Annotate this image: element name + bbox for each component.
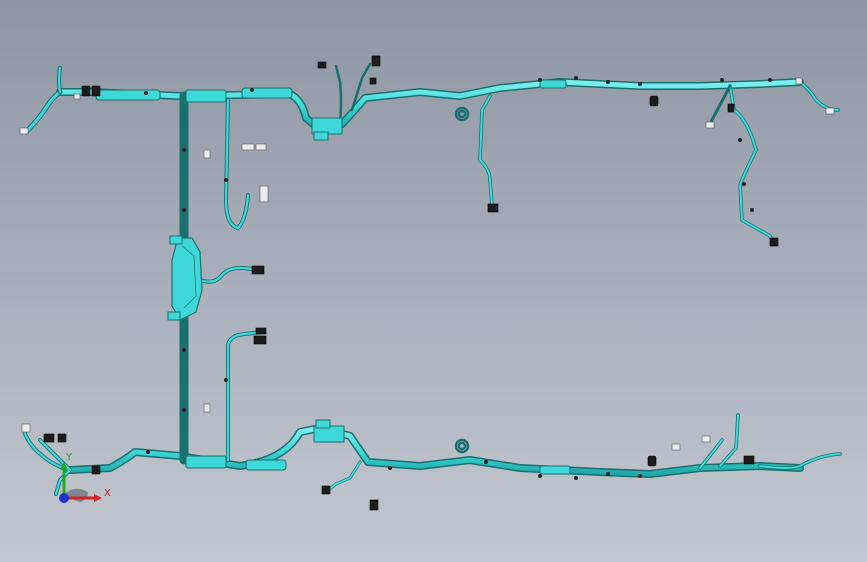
connector-top-right-3[interactable] bbox=[769, 237, 779, 247]
main-trunk-group bbox=[22, 62, 842, 496]
connector-top-left-1[interactable] bbox=[81, 85, 91, 97]
top-right-drop[interactable] bbox=[728, 84, 776, 246]
clamp-blocks bbox=[95, 79, 571, 475]
x-axis-arrowhead bbox=[94, 494, 102, 502]
top-left-riser-fill bbox=[57, 66, 62, 94]
graphics-viewport[interactable]: X Y bbox=[0, 0, 867, 562]
bottom-junction-clamp[interactable] bbox=[185, 455, 227, 469]
connector-bottom-left-3[interactable] bbox=[57, 433, 67, 443]
loops bbox=[454, 106, 470, 454]
tie-markers bbox=[144, 76, 772, 480]
top-right-tail-fill bbox=[799, 81, 839, 111]
clip-bottom-right-1[interactable] bbox=[701, 435, 711, 443]
inner-vertical-bundle-bottom-fill bbox=[226, 330, 264, 462]
connector-mid-1[interactable] bbox=[251, 265, 265, 275]
inner-vertical-bundle-bottom[interactable] bbox=[226, 330, 264, 462]
clip-top-3[interactable] bbox=[255, 143, 267, 151]
connector-bottom-center-1[interactable] bbox=[369, 499, 379, 511]
clip-mid-2[interactable] bbox=[203, 149, 211, 159]
connector-top-left-2[interactable] bbox=[91, 85, 101, 97]
top-mid-clamp[interactable] bbox=[241, 87, 293, 99]
bottom-right-branches-fill bbox=[699, 414, 841, 469]
connector-bottom-right-1[interactable] bbox=[647, 455, 657, 467]
connector-mid-2[interactable] bbox=[253, 335, 267, 345]
clip-mid-3[interactable] bbox=[203, 403, 211, 413]
wire-harness-model[interactable]: X Y bbox=[0, 0, 867, 562]
connector-top-drop[interactable] bbox=[487, 203, 499, 213]
top-bracket-foot bbox=[313, 131, 329, 141]
top-right-clamp[interactable] bbox=[539, 79, 567, 89]
top-left-lead-fill bbox=[24, 90, 62, 134]
connector-top-center-2[interactable] bbox=[369, 77, 377, 85]
spine-manifold-bottom-clip bbox=[167, 311, 181, 321]
clip-top-right-1[interactable] bbox=[705, 121, 715, 129]
spine-manifold-top-clip bbox=[169, 235, 183, 245]
clip-top-1[interactable] bbox=[73, 93, 81, 100]
bottom-right-clamp[interactable] bbox=[539, 465, 571, 475]
clip-bottom-left-1[interactable] bbox=[21, 423, 31, 433]
x-axis-label: X bbox=[104, 488, 111, 499]
connector-top-right-1[interactable] bbox=[649, 95, 659, 107]
connector-bottom-center-2[interactable] bbox=[321, 485, 331, 495]
connector-top-right-2[interactable] bbox=[727, 103, 735, 113]
top-trunk[interactable] bbox=[56, 78, 804, 132]
connector-mid-3[interactable] bbox=[255, 327, 267, 335]
clip-top-left-end[interactable] bbox=[19, 127, 29, 135]
clip-mid-1[interactable] bbox=[259, 185, 269, 203]
connector-bottom-left-1[interactable] bbox=[91, 465, 101, 475]
top-right-short-drop bbox=[708, 84, 732, 128]
clip-bottom-right-2[interactable] bbox=[671, 443, 681, 451]
bottom-mid-clamp[interactable] bbox=[245, 459, 287, 471]
bottom-center-drop-fill bbox=[325, 461, 361, 493]
inner-vertical-bundle-top[interactable] bbox=[224, 98, 250, 230]
connector-top-center-3[interactable] bbox=[317, 61, 327, 69]
z-axis-dot bbox=[59, 493, 69, 503]
coordinate-triad: X Y bbox=[59, 452, 111, 503]
y-axis-label: Y bbox=[65, 452, 73, 463]
top-right-drop-fill bbox=[729, 85, 775, 245]
connector-bottom-right-2[interactable] bbox=[743, 455, 755, 465]
top-loop-inner bbox=[457, 109, 467, 119]
clip-top-right-3[interactable] bbox=[825, 107, 835, 115]
clip-top-right-2[interactable] bbox=[795, 77, 803, 85]
clips bbox=[19, 77, 835, 451]
connector-top-center-1[interactable] bbox=[371, 55, 381, 67]
bottom-loop-inner bbox=[457, 441, 467, 451]
top-junction-clamp[interactable] bbox=[185, 89, 227, 103]
connectors bbox=[43, 55, 779, 511]
connector-bottom-left-2[interactable] bbox=[43, 433, 55, 443]
top-left-clamp[interactable] bbox=[95, 89, 161, 101]
bottom-bracket-cap bbox=[315, 419, 331, 429]
clip-top-2[interactable] bbox=[241, 143, 255, 151]
